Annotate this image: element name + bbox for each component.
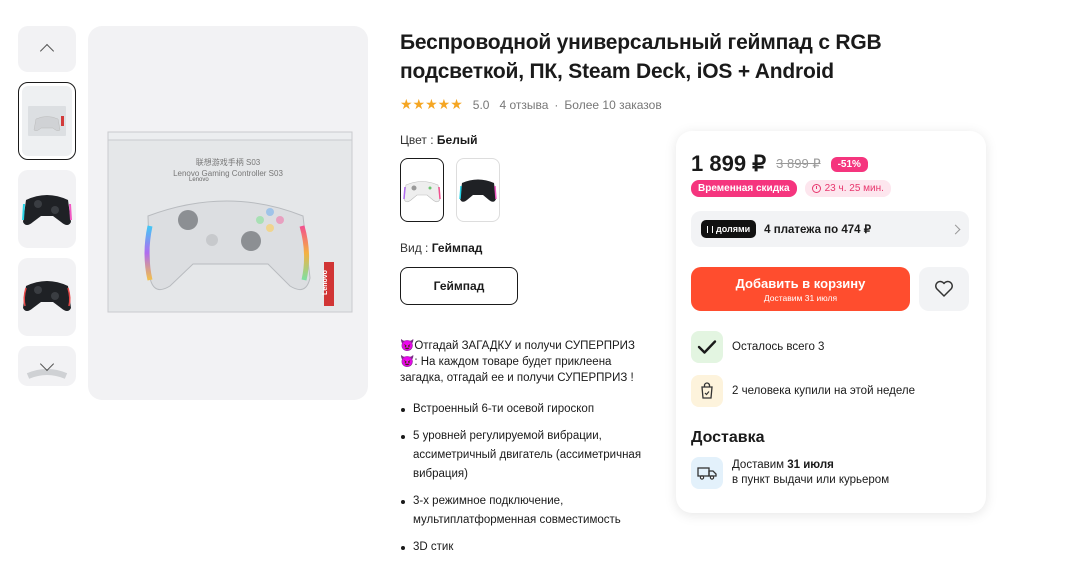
thumbnails-scroll-up-button[interactable] [18, 26, 76, 72]
shopping-bag-icon [691, 375, 723, 407]
feature-item: 5 уровней регулируемой вибрации, ассимет… [400, 427, 660, 484]
box-label: 联想游戏手柄 S03 Lenovo Gaming Controller S03 [88, 157, 368, 179]
delivery-date: 31 июля [787, 459, 834, 471]
buyers-row: 2 человека купили на этой неделе [691, 375, 915, 407]
devil-emoji-icon: 😈 [400, 340, 415, 352]
variant-option-label: Вид : Геймпад [400, 241, 482, 255]
delivery-text: Доставим 31 июля в пункт выдачи или курь… [732, 458, 889, 488]
black-gamepad-thumb-graphic-2 [23, 281, 71, 311]
color-label: Цвет : [400, 133, 434, 147]
box-brand-small: Lenovo [189, 177, 209, 183]
delivery-row: Доставим 31 июля в пункт выдачи или курь… [691, 457, 889, 489]
rating-value: 5.0 [472, 97, 490, 112]
promo-line-1: Отгадай ЗАГАДКУ и получи СУПЕРПРИЗ [414, 340, 635, 352]
rating-stars-icon: ★★★★★ [400, 96, 463, 112]
delivery-prefix: Доставим [732, 459, 788, 471]
add-to-cart-label: Добавить в корзину [735, 275, 866, 291]
add-to-cart-sublabel: Доставим 31 июля [763, 292, 838, 303]
delivery-truck-icon [691, 457, 723, 489]
dolyami-bars-icon [707, 225, 713, 233]
main-product-image[interactable]: 联想游戏手柄 S03 Lenovo Gaming Controller S03 … [88, 26, 368, 400]
heart-icon [935, 280, 953, 297]
color-swatch-white[interactable] [400, 158, 444, 222]
rating-separator: · [554, 97, 559, 112]
white-gamepad-swatch-graphic [403, 181, 441, 203]
stock-text: Осталось всего 3 [732, 340, 825, 353]
delivery-heading: Доставка [691, 429, 765, 446]
black-gamepad-thumb-graphic [22, 195, 72, 225]
sale-badges: Временная скидка 23 ч. 25 мин. [691, 180, 891, 197]
chevron-up-icon [39, 43, 55, 59]
gamepad-box-illustration [107, 131, 353, 313]
black-gamepad-swatch-graphic [459, 179, 497, 202]
thumbnails-scroll-down-button[interactable] [18, 346, 76, 386]
variant-label: Вид : [400, 241, 429, 255]
sale-timer-text: 23 ч. 25 мин. [824, 183, 884, 194]
installments-row[interactable]: долями 4 платежа по 474 ₽ [691, 211, 969, 247]
chevron-right-icon [950, 224, 961, 234]
variant-selected-value: Геймпад [431, 241, 483, 255]
price-row: 1 899 ₽ 3 899 ₽ -51% [691, 151, 868, 177]
thumbnail-3[interactable] [18, 258, 76, 336]
box-label-en: Lenovo Gaming Controller S03 [173, 169, 283, 178]
orders-count: Более 10 заказов [564, 97, 662, 112]
product-title: Беспроводной универсальный геймпад с RGB… [400, 31, 882, 83]
variant-gamepad-button[interactable]: Геймпад [400, 267, 518, 305]
box-brand-vertical: Lenovo [321, 270, 329, 295]
favorite-button[interactable] [919, 267, 969, 311]
delivery-method: в пункт выдачи или курьером [732, 474, 890, 486]
product-promo-text: 😈Отгадай ЗАГАДКУ и получи СУПЕРПРИЗ 😈: Н… [400, 338, 650, 386]
color-selected-value: Белый [436, 133, 478, 147]
feature-item: 3-х режимное подключение, мультиплатформ… [400, 492, 660, 530]
installments-text: 4 платежа по 474 ₽ [764, 224, 872, 236]
sale-timer-badge: 23 ч. 25 мин. [804, 180, 891, 197]
timer-icon [811, 184, 821, 193]
box-thumbnail-image [22, 86, 72, 156]
checkmark-icon [691, 331, 723, 363]
color-option-label: Цвет : Белый [400, 133, 477, 147]
discount-badge: -51% [830, 156, 868, 172]
devil-emoji-icon: 😈 [400, 356, 415, 368]
feature-item: Встроенный 6-ти осевой гироскоп [400, 400, 660, 419]
temporary-discount-badge: Временная скидка [691, 180, 797, 197]
features-list: Встроенный 6-ти осевой гироскоп 5 уровне… [400, 400, 660, 561]
color-swatch-black[interactable] [456, 158, 500, 222]
buyers-text: 2 человека купили на этой неделе [732, 384, 916, 397]
old-price: 3 899 ₽ [776, 156, 821, 171]
box-label-cn: 联想游戏手柄 S03 [195, 158, 261, 167]
feature-item: 3D стик [400, 538, 660, 557]
rating-row: ★★★★★ 5.0 4 отзыва · Более 10 заказов [400, 96, 662, 113]
reviews-link[interactable]: 4 отзыва [499, 98, 548, 112]
buy-card: 1 899 ₽ 3 899 ₽ -51% Временная скидка 23… [676, 131, 986, 513]
add-to-cart-button[interactable]: Добавить в корзину Доставим 31 июля [691, 267, 910, 311]
box-thumb-graphic [28, 106, 66, 136]
dolyami-logo: долями [701, 220, 757, 238]
current-price: 1 899 ₽ [691, 151, 767, 176]
thumbnail-2[interactable] [18, 170, 76, 248]
stock-row: Осталось всего 3 [691, 331, 824, 363]
thumbnail-1-selected[interactable] [18, 82, 76, 160]
dolyami-label: долями [716, 224, 751, 234]
promo-line-2: : На каждом товаре будет приклеена загад… [400, 356, 634, 384]
